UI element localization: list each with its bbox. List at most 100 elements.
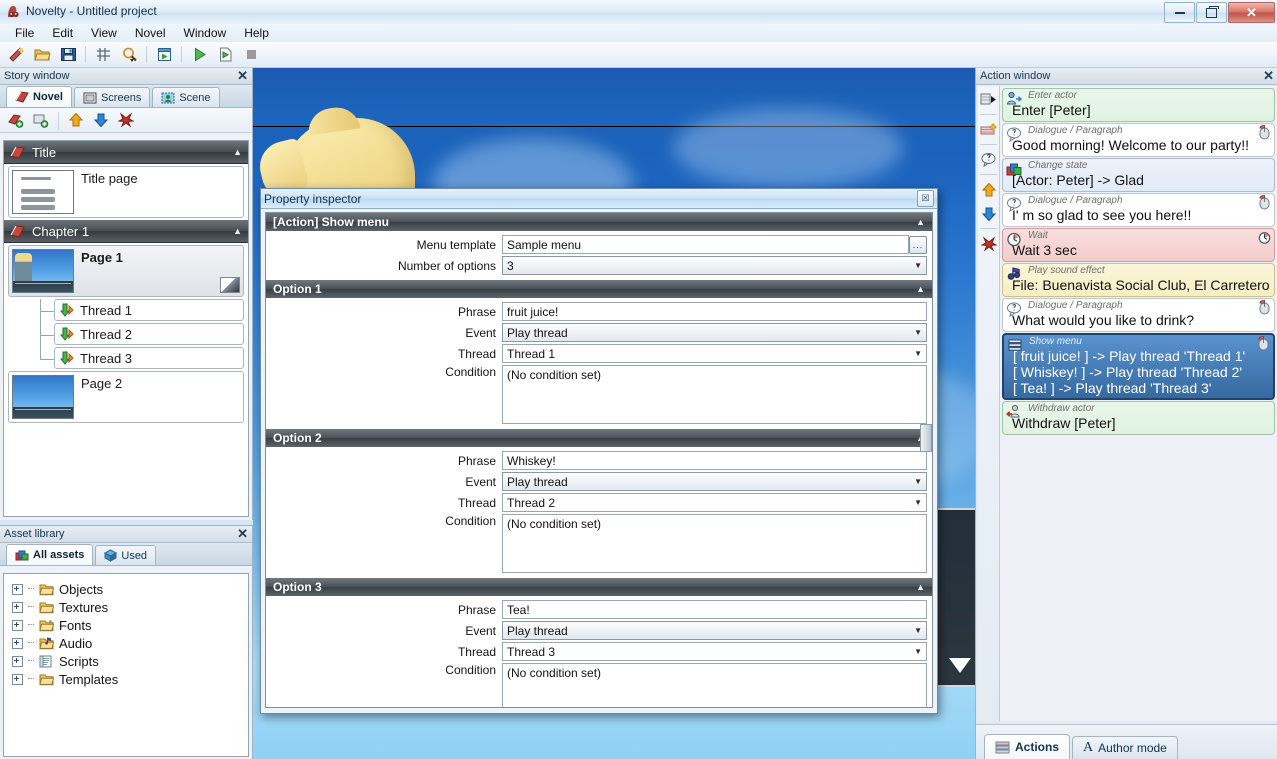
asset-row-objects[interactable]: Objects bbox=[12, 580, 248, 598]
zoom-button[interactable] bbox=[117, 43, 141, 66]
story-node-page1[interactable]: Page 1 bbox=[8, 245, 244, 297]
property-inspector-body[interactable]: [Action] Show menu ▲ Menu template Sampl… bbox=[265, 212, 933, 708]
expand-icon[interactable] bbox=[12, 655, 23, 667]
phrase-input-2[interactable]: Whiskey! bbox=[502, 451, 927, 470]
collapse-caret-icon-2[interactable]: ▲ bbox=[233, 226, 242, 236]
move-down-button[interactable] bbox=[90, 109, 112, 131]
close-button[interactable]: ✕ bbox=[1228, 2, 1275, 23]
preview-button[interactable] bbox=[152, 43, 176, 66]
thread-select-2[interactable]: Thread 2 ▼ bbox=[502, 493, 927, 512]
menu-help[interactable]: Help bbox=[235, 25, 278, 41]
menu-template-browse-button[interactable]: ... bbox=[909, 235, 927, 254]
phrase-input-1[interactable]: fruit juice! bbox=[502, 302, 927, 321]
action-item-dialogue-3[interactable]: Dialogue / Paragraph What would you like… bbox=[1002, 298, 1275, 332]
asset-folder-tree[interactable]: Objects Textures Fonts Audio Scripts Tem… bbox=[3, 573, 249, 757]
story-window-close-icon[interactable]: ✕ bbox=[237, 68, 248, 84]
tab-author-mode[interactable]: A Author mode bbox=[1072, 736, 1178, 759]
play-from-page-button[interactable] bbox=[213, 43, 237, 66]
asset-row-textures[interactable]: Textures bbox=[12, 598, 248, 616]
section-header-option-1[interactable]: Option 1 ▲ bbox=[266, 280, 932, 298]
event-select-3[interactable]: Play thread ▼ bbox=[502, 621, 927, 640]
condition-textarea-1[interactable]: (No condition set) bbox=[502, 365, 927, 424]
add-page-button[interactable] bbox=[30, 109, 52, 131]
expand-icon[interactable] bbox=[12, 619, 23, 631]
delete-action-button[interactable] bbox=[978, 233, 999, 254]
menu-novel[interactable]: Novel bbox=[126, 25, 175, 41]
collapse-caret-icon[interactable]: ▲ bbox=[916, 284, 925, 294]
menu-file[interactable]: File bbox=[6, 25, 43, 41]
action-list[interactable]: Enter actor Enter [Peter] Dialogue / Par… bbox=[1000, 86, 1277, 721]
move-action-down-button[interactable] bbox=[978, 203, 999, 224]
action-item-enter-actor[interactable]: Enter actor Enter [Peter] bbox=[1002, 88, 1275, 122]
expand-icon[interactable] bbox=[12, 673, 23, 685]
story-node-title-page[interactable]: Title page bbox=[8, 166, 244, 218]
story-node-thread2[interactable]: Thread 2 bbox=[54, 323, 244, 345]
move-up-button[interactable] bbox=[65, 109, 87, 131]
property-inspector-scrollbar-thumb[interactable] bbox=[920, 424, 932, 452]
collapse-caret-icon[interactable]: ▲ bbox=[916, 217, 925, 227]
event-select-2[interactable]: Play thread ▼ bbox=[502, 472, 927, 491]
add-paragraph-button[interactable] bbox=[978, 119, 999, 140]
story-group-chapter1[interactable]: Chapter 1 ▲ bbox=[4, 220, 248, 243]
save-project-button[interactable] bbox=[56, 43, 80, 66]
action-item-play-sound[interactable]: Play sound effect File: Buenavista Socia… bbox=[1002, 263, 1275, 297]
asset-row-audio[interactable]: Audio bbox=[12, 634, 248, 652]
tab-actions[interactable]: Actions bbox=[984, 734, 1071, 759]
section-header-option-3[interactable]: Option 3 ▲ bbox=[266, 578, 932, 596]
phrase-input-3[interactable]: Tea! bbox=[502, 600, 927, 619]
action-item-show-menu[interactable]: Show menu [ fruit juice! ] -> Play threa… bbox=[1002, 333, 1275, 400]
condition-textarea-3[interactable]: (No condition set) bbox=[502, 663, 927, 707]
tab-all-assets[interactable]: All assets bbox=[6, 544, 94, 565]
action-item-dialogue-2[interactable]: Dialogue / Paragraph I' m so glad to see… bbox=[1002, 193, 1275, 227]
open-project-button[interactable] bbox=[30, 43, 54, 66]
condition-textarea-2[interactable]: (No condition set) bbox=[502, 514, 927, 573]
insert-action-button[interactable] bbox=[978, 89, 999, 110]
asset-row-scripts[interactable]: Scripts bbox=[12, 652, 248, 670]
action-text: What would you like to drink? bbox=[1012, 312, 1195, 328]
move-action-up-button[interactable] bbox=[978, 179, 999, 200]
expand-icon[interactable] bbox=[12, 601, 23, 613]
delete-button[interactable] bbox=[115, 109, 137, 131]
action-item-change-state[interactable]: Change state [Actor: Peter] -> Glad bbox=[1002, 158, 1275, 192]
action-item-dialogue-1[interactable]: Dialogue / Paragraph Good morning! Welco… bbox=[1002, 123, 1275, 157]
menu-edit[interactable]: Edit bbox=[43, 25, 82, 41]
story-node-thread3[interactable]: Thread 3 bbox=[54, 347, 244, 369]
story-tree[interactable]: Title ▲ Title page Chapter 1 ▲ Page 1 Th… bbox=[3, 140, 249, 517]
number-of-options-select[interactable]: 3 ▼ bbox=[502, 256, 927, 275]
tab-used[interactable]: Used bbox=[95, 545, 157, 565]
restore-button[interactable] bbox=[1196, 2, 1227, 23]
story-node-page2[interactable]: Page 2 bbox=[8, 371, 244, 423]
tab-screens[interactable]: Screens bbox=[73, 87, 151, 107]
tab-scene[interactable]: Scene bbox=[152, 87, 220, 107]
expand-icon[interactable] bbox=[12, 583, 23, 595]
menu-template-input[interactable]: Sample menu bbox=[502, 235, 909, 254]
action-window-close-icon[interactable]: ✕ bbox=[1263, 68, 1274, 84]
menu-window[interactable]: Window bbox=[175, 25, 236, 41]
minimize-button[interactable] bbox=[1164, 2, 1195, 23]
stop-button[interactable] bbox=[239, 43, 263, 66]
event-select-1[interactable]: Play thread ▼ bbox=[502, 323, 927, 342]
thread-select-3[interactable]: Thread 3 ▼ bbox=[502, 642, 927, 661]
asset-library-close-icon[interactable]: ✕ bbox=[237, 526, 248, 542]
add-chapter-button[interactable] bbox=[5, 109, 27, 131]
play-button[interactable] bbox=[187, 43, 211, 66]
asset-row-fonts[interactable]: Fonts bbox=[12, 616, 248, 634]
expand-icon[interactable] bbox=[12, 637, 23, 649]
property-inspector-titlebar[interactable]: Property inspector ☒ bbox=[261, 189, 937, 209]
collapse-caret-icon[interactable]: ▲ bbox=[233, 147, 242, 157]
action-item-wait[interactable]: Wait Wait 3 sec bbox=[1002, 228, 1275, 262]
story-group-title[interactable]: Title ▲ bbox=[4, 141, 248, 164]
grid-button[interactable] bbox=[91, 43, 115, 66]
menu-view[interactable]: View bbox=[82, 25, 126, 41]
collapse-caret-icon[interactable]: ▲ bbox=[916, 582, 925, 592]
section-header-show-menu[interactable]: [Action] Show menu ▲ bbox=[266, 213, 932, 231]
add-dialogue-button[interactable] bbox=[978, 149, 999, 170]
new-project-button[interactable] bbox=[4, 43, 28, 66]
thread-select-1[interactable]: Thread 1 ▼ bbox=[502, 344, 927, 363]
asset-row-templates[interactable]: Templates bbox=[12, 670, 248, 688]
story-node-thread1[interactable]: Thread 1 bbox=[54, 299, 244, 321]
property-inspector-close-icon[interactable]: ☒ bbox=[917, 190, 934, 207]
tab-novel[interactable]: Novel bbox=[6, 86, 72, 107]
section-header-option-2[interactable]: Option 2 ▲ bbox=[266, 429, 932, 447]
action-item-withdraw-actor[interactable]: Withdraw actor Withdraw [Peter] bbox=[1002, 401, 1275, 435]
